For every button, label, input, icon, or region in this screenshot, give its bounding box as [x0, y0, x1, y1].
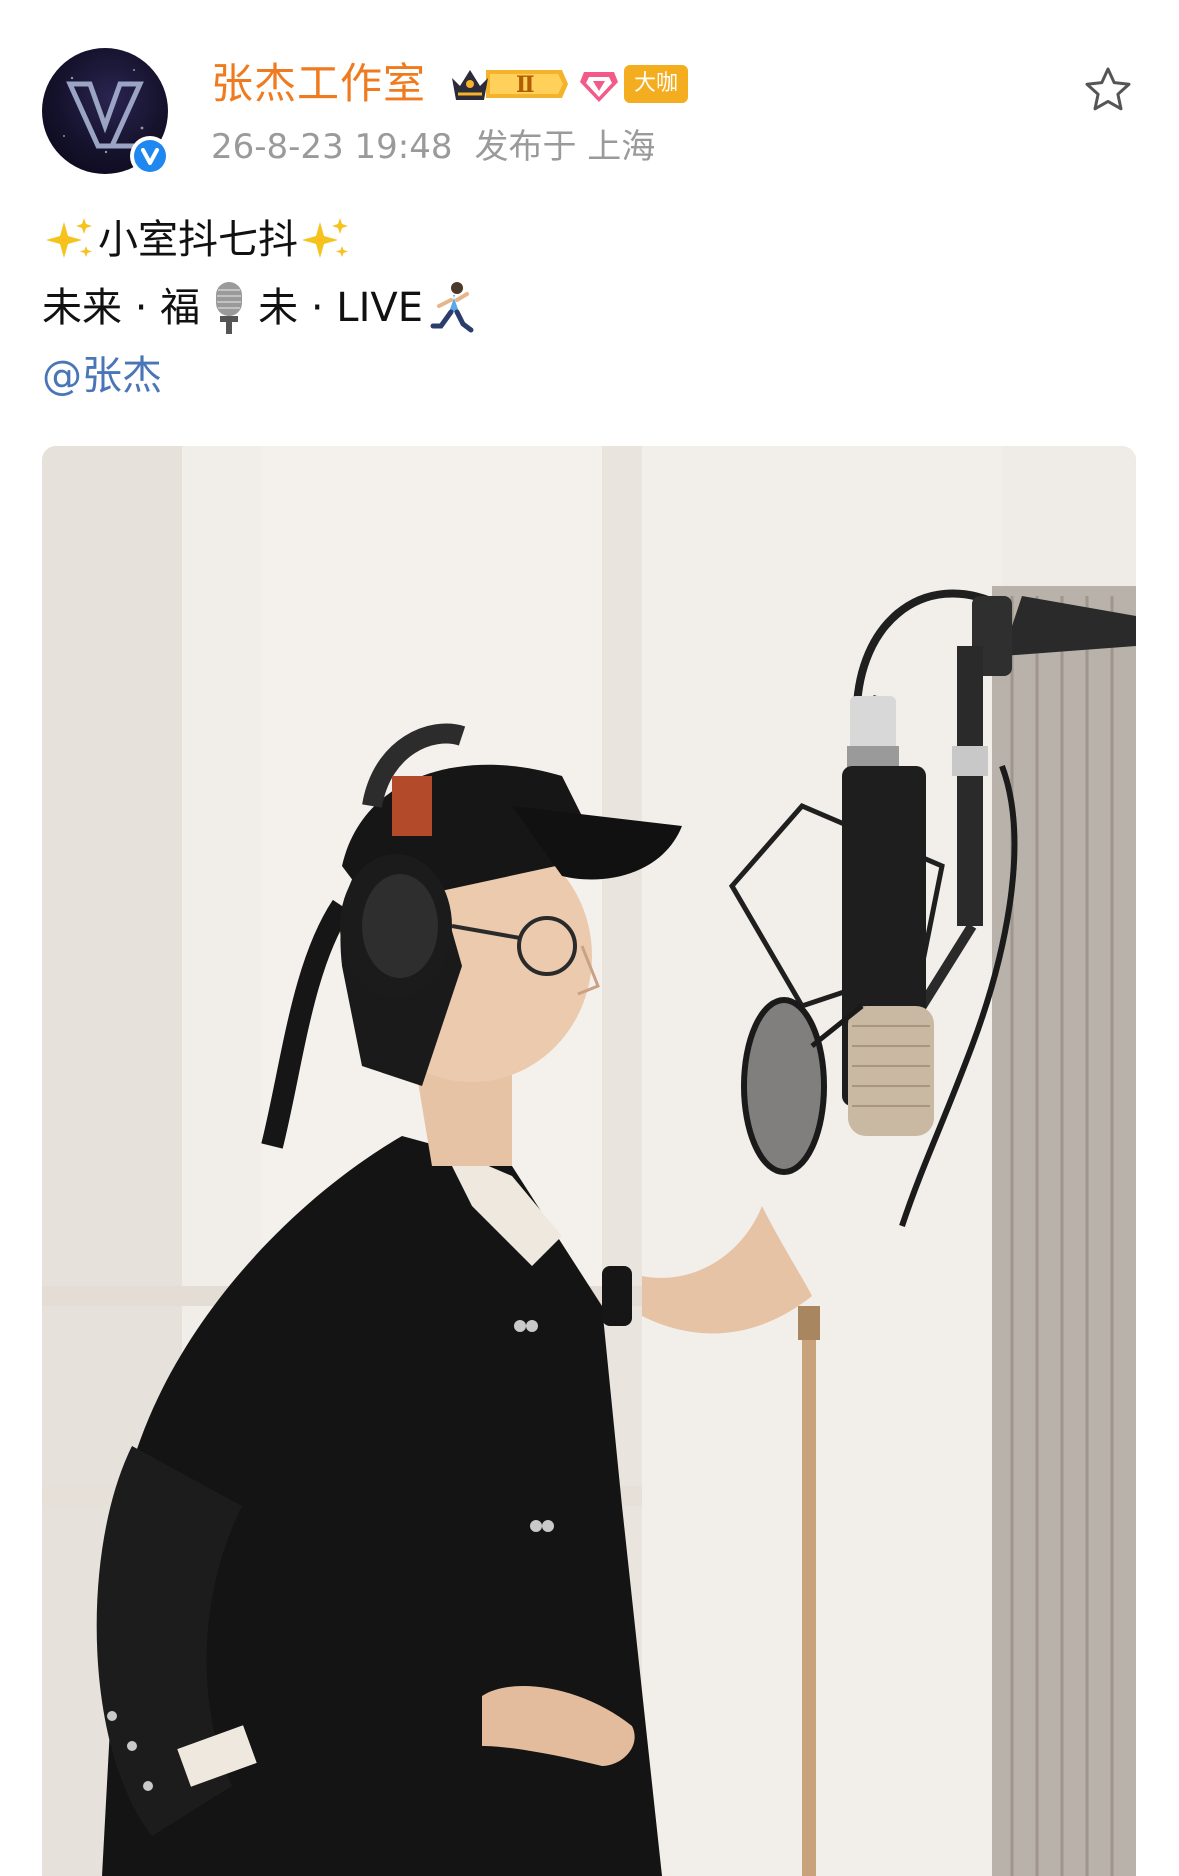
post-text-part-1: 未来 · 福 [42, 285, 201, 331]
favorite-star-icon[interactable] [1082, 64, 1134, 116]
weibo-post: 张杰工作室 Ⅱ 大咖 26-8-23 19:48 发布于 上海 小室抖七抖 未来… [0, 0, 1179, 1876]
post-text-line-1: 小室抖七抖 [42, 206, 1132, 274]
runner-icon [430, 282, 474, 333]
vip-badge: 大咖 [624, 65, 689, 103]
sparkles-icon [302, 218, 348, 258]
post-text: 小室抖七抖 未来 · 福 未 · LIVE @张杰 [42, 206, 1132, 410]
recording-studio-photo-image [42, 446, 1136, 1876]
post-location: 发布于 上海 [474, 127, 656, 167]
fan-badge-icon [580, 72, 618, 102]
verified-badge-icon [141, 148, 159, 165]
post-text-line-2: 未来 · 福 未 · LIVE [42, 274, 1132, 342]
verified-badge [130, 136, 170, 176]
post-meta: 26-8-23 19:48 发布于 上海 [211, 124, 655, 170]
post-timestamp: 26-8-23 19:48 [211, 127, 453, 167]
post-text-part-2: 未 · LIVE [258, 285, 424, 331]
post-photo[interactable] [42, 446, 1136, 1876]
crown-level-text: Ⅱ [516, 72, 535, 98]
mention-link[interactable]: @张杰 [42, 342, 1132, 410]
crown-level-badge-icon: Ⅱ [452, 70, 568, 100]
author-name[interactable]: 张杰工作室 [211, 56, 426, 112]
sparkles-icon [46, 218, 92, 258]
post-text-main: 小室抖七抖 [98, 217, 298, 263]
microphone-icon [216, 282, 243, 334]
